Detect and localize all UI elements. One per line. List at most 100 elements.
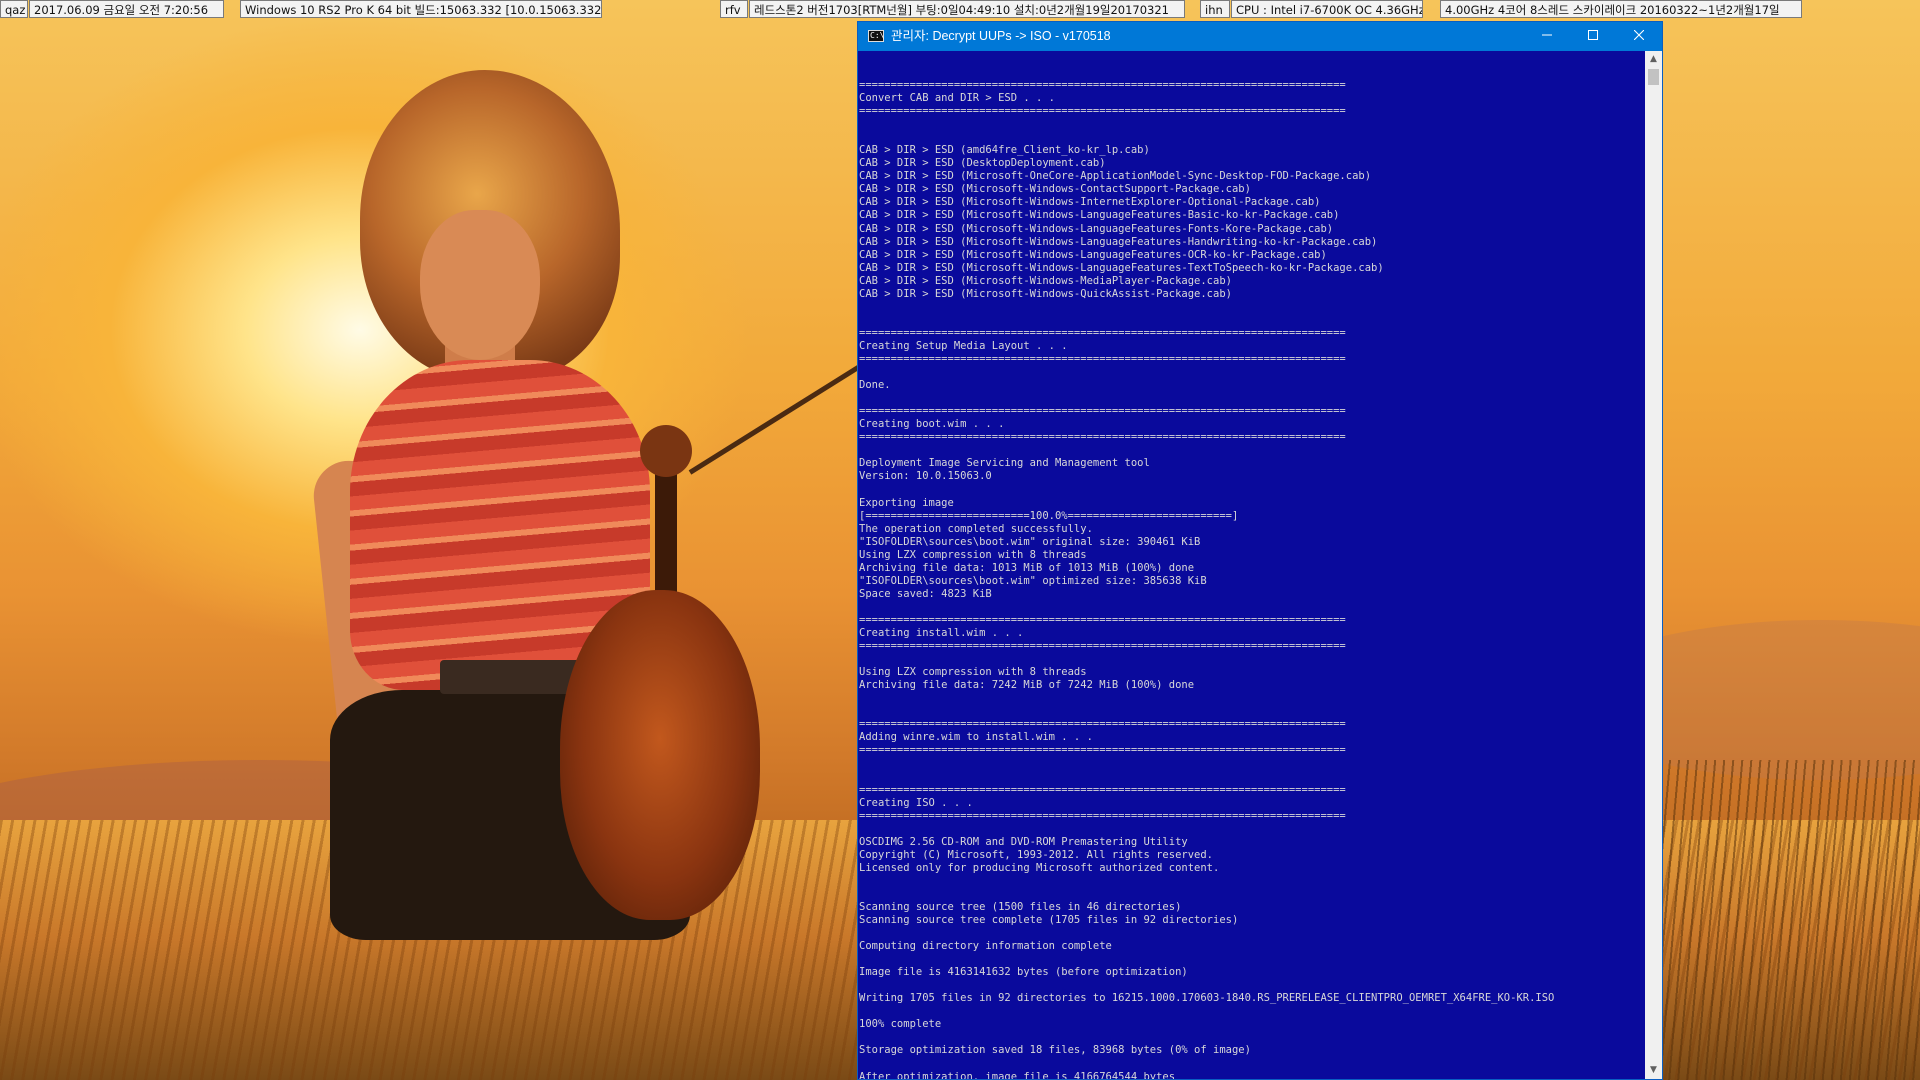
console-line: Copyright (C) Microsoft, 1993-2012. All … [859, 848, 1214, 861]
scroll-down-arrow-icon[interactable]: ▼ [1645, 1062, 1662, 1079]
topbar-rfv-label[interactable]: rfv [720, 0, 748, 18]
window-titlebar[interactable]: C:\ 관리자: Decrypt UUPs -> ISO - v170518 [858, 22, 1662, 51]
console-line: ========================================… [859, 326, 1346, 339]
scrollbar-thumb[interactable] [1648, 69, 1659, 85]
console-line: "ISOFOLDER\sources\boot.wim" optimized s… [859, 574, 1207, 587]
wallpaper-wheat-field [1660, 760, 1920, 1080]
topbar-qaz-label[interactable]: qaz [0, 0, 28, 18]
console-line: CAB > DIR > ESD (DesktopDeployment.cab) [859, 157, 1106, 170]
console-line: CAB > DIR > ESD (Microsoft-Windows-Quick… [859, 287, 1232, 300]
wallpaper-violin-body [560, 590, 760, 920]
console-line: ========================================… [859, 640, 1346, 653]
close-button[interactable] [1616, 22, 1662, 51]
console-line: Writing 1705 files in 92 directories to … [859, 992, 1555, 1005]
console-window[interactable]: C:\ 관리자: Decrypt UUPs -> ISO - v170518 =… [857, 21, 1663, 1080]
console-line: Storage optimization saved 18 files, 839… [859, 1044, 1251, 1057]
console-line: Space saved: 4823 KiB [859, 587, 992, 600]
console-line: Creating install.wim . . . [859, 626, 1024, 639]
wallpaper-figure-face [420, 210, 540, 360]
console-line: CAB > DIR > ESD (Microsoft-Windows-Conta… [859, 183, 1251, 196]
console-line: Archiving file data: 1013 MiB of 1013 Mi… [859, 561, 1195, 574]
console-line: Done. [859, 379, 891, 392]
console-line: Scanning source tree (1500 files in 46 d… [859, 900, 1182, 913]
console-output[interactable]: ========================================… [858, 51, 1645, 1079]
console-line: CAB > DIR > ESD (Microsoft-Windows-Langu… [859, 209, 1340, 222]
console-line: CAB > DIR > ESD (Microsoft-Windows-Langu… [859, 261, 1384, 274]
console-line: ========================================… [859, 809, 1346, 822]
console-line: Using LZX compression with 8 threads [859, 548, 1087, 561]
vertical-scrollbar[interactable]: ▲ ▼ [1645, 51, 1662, 1079]
topbar-ihn-label[interactable]: ihn [1200, 0, 1230, 18]
console-line: ========================================… [859, 718, 1346, 731]
console-line: Scanning source tree complete (1705 file… [859, 914, 1239, 926]
cmd-icon[interactable]: C:\ [868, 30, 884, 42]
topbar-cpu-info: CPU : Intel i7-6700K OC 4.36GHz [1231, 0, 1423, 18]
console-line: CAB > DIR > ESD (Microsoft-Windows-Langu… [859, 222, 1334, 235]
scroll-up-arrow-icon[interactable]: ▲ [1645, 51, 1662, 68]
minimize-icon [1542, 34, 1552, 36]
console-line: Deployment Image Servicing and Managemen… [859, 457, 1150, 470]
console-line: ========================================… [859, 405, 1346, 418]
console-line: Creating Setup Media Layout . . . [859, 339, 1068, 352]
console-line: ========================================… [859, 744, 1346, 757]
console-line: [==========================100.0%=======… [859, 509, 1239, 522]
topbar-build-info: 레드스톤2 버전1703[RTM넌월] 부팅:0일04:49:10 설치:0년2… [749, 0, 1185, 18]
console-line: Image file is 4163141632 bytes (before o… [859, 966, 1188, 979]
console-line: ========================================… [859, 613, 1346, 626]
console-line: Convert CAB and DIR > ESD . . . [859, 92, 1055, 105]
minimize-button[interactable] [1524, 22, 1570, 51]
console-line: CAB > DIR > ESD (Microsoft-Windows-Langu… [859, 248, 1327, 261]
console-line: OSCDIMG 2.56 CD-ROM and DVD-ROM Premaste… [859, 835, 1188, 848]
maximize-button[interactable] [1570, 22, 1616, 51]
console-line: Computing directory information complete [859, 940, 1112, 953]
wallpaper-violin-scroll [640, 425, 692, 477]
window-title: 관리자: Decrypt UUPs -> ISO - v170518 [891, 29, 1111, 43]
console-line: Licensed only for producing Microsoft au… [859, 861, 1220, 874]
console-line: Adding winre.wim to install.wim . . . [859, 731, 1093, 744]
console-line: Exporting image [859, 496, 954, 509]
console-line: After optimization, image file is 416676… [859, 1070, 1176, 1079]
console-line: Using LZX compression with 8 threads [859, 666, 1087, 679]
console-line: ========================================… [859, 783, 1346, 796]
console-line: Archiving file data: 7242 MiB of 7242 Mi… [859, 679, 1195, 692]
console-line: Version: 10.0.15063.0 [859, 470, 992, 483]
console-line: Creating boot.wim . . . [859, 418, 1005, 431]
console-line: CAB > DIR > ESD (Microsoft-Windows-Media… [859, 274, 1232, 287]
console-line: CAB > DIR > ESD (Microsoft-Windows-Inter… [859, 196, 1321, 209]
topbar-os-info: Windows 10 RS2 Pro K 64 bit 빌드:15063.332… [240, 0, 602, 18]
console-line: The operation completed successfully. [859, 522, 1093, 535]
console-line: CAB > DIR > ESD (amd64fre_Client_ko-kr_l… [859, 144, 1150, 157]
topbar-date: 2017.06.09 금요일 오전 7:20:56 [29, 0, 224, 18]
console-line: CAB > DIR > ESD (Microsoft-Windows-Langu… [859, 235, 1378, 248]
console-line: CAB > DIR > ESD (Microsoft-OneCore-Appli… [859, 170, 1372, 183]
wallpaper-violin-bow [688, 364, 861, 475]
console-line: 100% complete [859, 1018, 942, 1031]
console-line: ========================================… [859, 105, 1346, 118]
close-icon [1633, 29, 1645, 41]
console-line: "ISOFOLDER\sources\boot.wim" original si… [859, 535, 1201, 548]
console-line: ========================================… [859, 431, 1346, 444]
maximize-icon [1588, 30, 1598, 40]
